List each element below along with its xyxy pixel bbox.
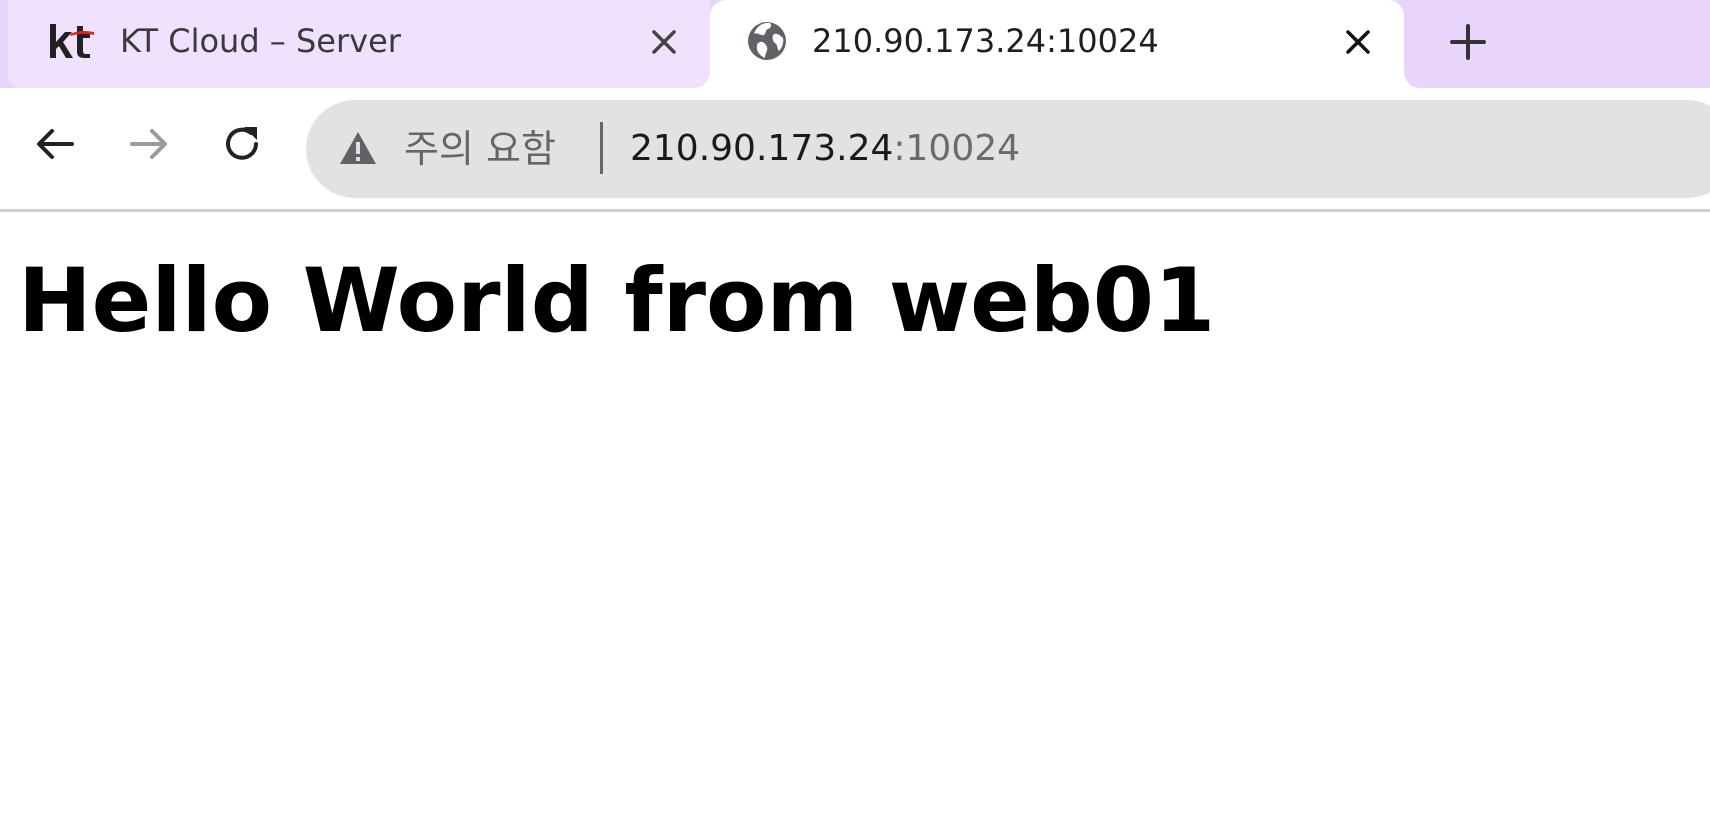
warning-icon[interactable] [338,130,378,166]
reload-icon[interactable] [218,120,266,168]
globe-icon [748,22,786,60]
tab-strip: KT Cloud – Server 210.90.173.24:10024 [0,0,1710,88]
url-host: 210.90.173.24 [630,128,894,169]
close-icon[interactable] [1340,24,1376,60]
security-status-label[interactable]: 주의 요함 [404,124,556,174]
page-heading: Hello World from web01 [18,249,1216,352]
arrow-left-icon[interactable] [32,120,80,168]
page-content: Hello World from web01 [0,215,1710,831]
arrow-right-icon[interactable] [124,120,172,168]
tab-title: 210.90.173.24:10024 [812,22,1159,60]
address-bar[interactable]: 주의 요함 210.90.173.24:10024 [306,100,1710,198]
browser-toolbar: 주의 요함 210.90.173.24:10024 [0,88,1710,212]
url-text[interactable]: 210.90.173.24:10024 [630,124,1020,174]
kt-logo-icon [50,24,94,58]
tab-title: KT Cloud – Server [120,22,401,60]
url-port: :10024 [893,128,1021,169]
separator [600,122,603,174]
plus-icon[interactable] [1446,20,1490,64]
close-icon[interactable] [646,24,682,60]
